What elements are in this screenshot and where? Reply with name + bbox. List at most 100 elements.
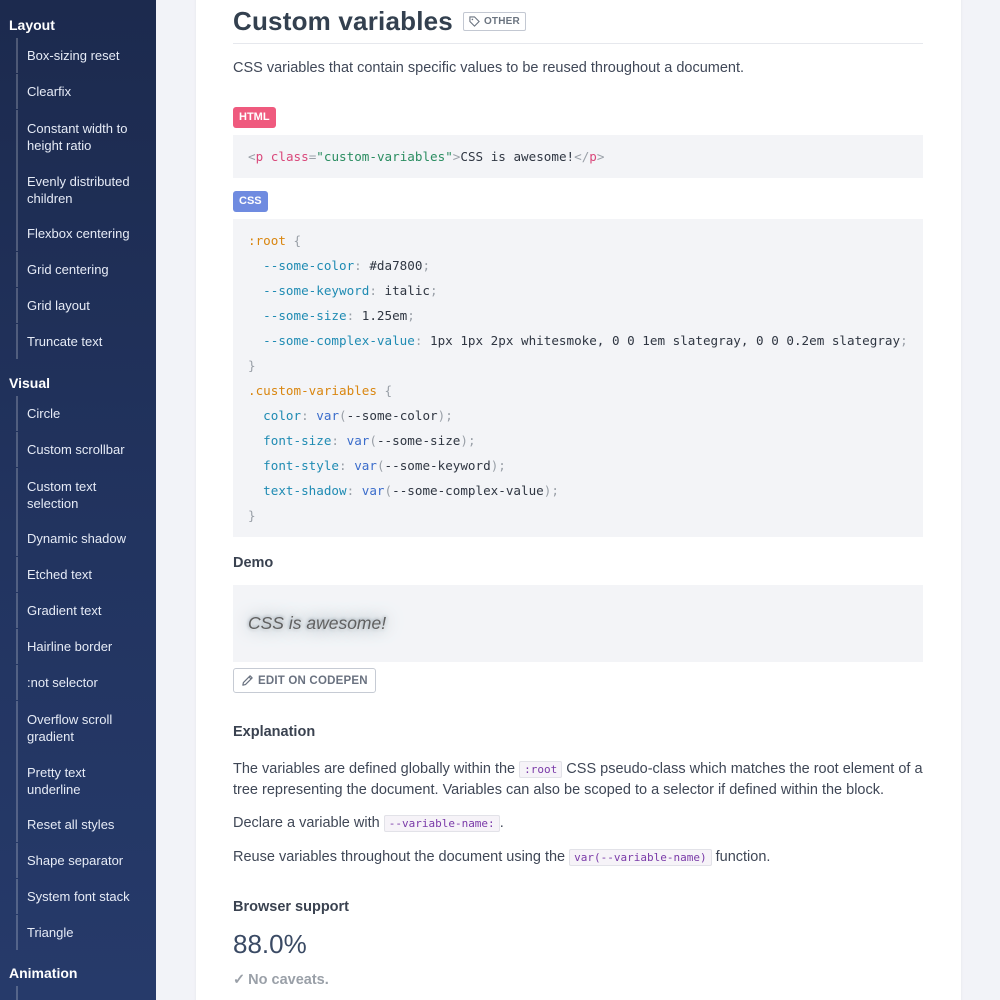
code-token: color [263,408,302,423]
explanation-text: The variables are defined globally withi… [233,761,520,777]
code-token: : [331,433,340,448]
sidebar-section-layout: Layout [9,17,55,33]
code-token: var [346,433,370,448]
title-row: Custom variables OTHER [233,6,526,37]
code-token: --some-size [376,433,461,448]
explanation-text: Reuse variables throughout the document … [233,849,570,865]
explanation-paragraph-3: Reuse variables throughout the document … [233,847,923,868]
sidebar-section-visual: Visual [9,375,50,391]
explanation-paragraph-2: Declare a variable with --variable-name:… [233,813,923,834]
sidebar-item-custom-scrollbar[interactable]: Custom scrollbar [16,432,146,467]
category-tag-label: OTHER [483,16,520,27]
css-code-line: --some-keyword: italic; [248,278,908,303]
sidebar-item-truncate-text[interactable]: Truncate text [16,324,146,359]
code-token: --some-complex-value [263,333,415,348]
html-code-block: < p class = "custom-variables" > CSS is aweso… [233,135,923,178]
code-token: ); [490,458,506,473]
code-token: ( [339,408,347,423]
check-icon: ✓ [233,972,246,988]
sidebar-item-etched-text[interactable]: Etched text [16,557,146,592]
sidebar-item-flexbox-centering[interactable]: Flexbox centering [16,216,146,251]
sidebar-item-gradient-text[interactable]: Gradient text [16,593,146,628]
sidebar-item-custom-text-selection[interactable]: Custom text selection [16,468,146,521]
sidebar-item[interactable] [16,986,146,1000]
support-percentage: 88.0% [233,929,307,959]
code-token: font-size [263,433,332,448]
sidebar-item-dynamic-shadow[interactable]: Dynamic shadow [16,521,146,556]
sidebar-item-shape-separator[interactable]: Shape separator [16,843,146,878]
code-token: ); [437,408,453,423]
caveat-note: ✓ No caveats. [233,972,923,988]
css-code-line: --some-size: 1.25em; [248,303,908,328]
html-badge: HTML [233,107,276,128]
sidebar-item-constant-width-to-height-ratio[interactable]: Constant width to height ratio [16,110,146,163]
css-code-line: } [248,353,908,378]
sidebar-item-box-sizing-reset[interactable]: Box-sizing reset [16,38,146,73]
title-divider [233,43,923,44]
css-badge: CSS [233,191,268,212]
snippet-card: Custom variables OTHER CSS variables tha… [196,0,961,1000]
code-token: .custom-variables [248,383,377,398]
sidebar-item-evenly-distributed-children[interactable]: Evenly distributed children [16,163,146,216]
code-token: ; [900,333,908,348]
snippet-description: CSS variables that contain specific valu… [233,60,745,76]
sidebar-item-overflow-scroll-gradient[interactable]: Overflow scroll gradient [16,701,146,754]
sidebar-item-reset-all-styles[interactable]: Reset all styles [16,807,146,842]
code-token: : [354,258,362,273]
code-token: var [361,483,385,498]
code-token: 1.25em [354,308,408,323]
explanation-text: function. [711,849,771,865]
code-token: ( [369,433,377,448]
code-token: ( [384,483,393,498]
code-token: : [339,458,347,473]
demo-box: CSS is awesome! [233,585,923,662]
sidebar-item-triangle[interactable]: Triangle [16,915,146,950]
css-code-block: :root { --some-color: #da7800; --some-ke… [233,219,923,537]
code-token: ); [460,433,476,448]
browser-support-heading: Browser support [233,899,350,915]
code-close-tag: p [589,149,597,164]
code-token: italic [376,283,431,298]
sidebar: Layout Box-sizing reset Clearfix Constant w… [0,0,156,1000]
code-token: } [248,358,256,373]
sidebar-item-grid-centering[interactable]: Grid centering [16,252,146,287]
code-token: text-shadow [263,483,347,498]
css-code-line: text-shadow: var(--some-complex-value); [248,478,908,503]
sidebar-item-not-selector[interactable]: :not selector [16,665,146,700]
code-token: #da7800 [361,258,423,273]
code-text: CSS is awesome! [460,149,575,164]
codepen-button-label: EDIT ON CODEPEN [258,674,368,687]
edit-on-codepen-button[interactable]: EDIT ON CODEPEN [233,668,376,693]
inline-code-variable-name: --variable-name: [383,815,500,832]
code-token: ; [422,258,431,273]
css-code-line: color: var(--some-color); [248,403,908,428]
sidebar-item-hairline-border[interactable]: Hairline border [16,629,146,664]
sidebar-item-system-font-stack[interactable]: System font stack [16,879,146,914]
sidebar-section-animation: Animation [9,965,78,981]
sidebar-item-clearfix[interactable]: Clearfix [16,74,146,109]
code-token: --some-keyword [263,283,370,298]
code-token: --some-keyword [384,458,491,473]
css-code-line: --some-complex-value: 1px 1px 2px whites… [248,328,908,353]
css-code-line: font-style: var(--some-keyword); [248,453,908,478]
page-title: Custom variables [233,6,453,36]
sidebar-item-grid-layout[interactable]: Grid layout [16,288,146,323]
css-code-line: --some-color: #da7800; [248,253,908,278]
code-token: var [316,408,340,423]
code-attr: class [270,149,309,164]
code-token: } [248,508,256,523]
sidebar-item-pretty-text-underline[interactable]: Pretty text underline [16,754,146,807]
code-attr-value: "custom-variables" [316,149,453,164]
sidebar-item-circle[interactable]: Circle [16,396,146,431]
code-token: --some-complex-value [392,483,544,498]
code-token: ( [376,458,385,473]
css-code-line: font-size: var(--some-size); [248,428,908,453]
category-tag[interactable]: OTHER [462,12,526,31]
code-token: 1px 1px 2px whitesmoke, 0 0 1em slategra… [422,333,901,348]
